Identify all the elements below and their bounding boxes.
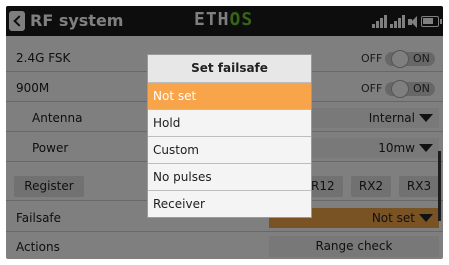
option-receiver[interactable]: Receiver — [148, 190, 311, 217]
option-not-set[interactable]: Not set — [148, 82, 311, 109]
set-failsafe-dialog: Set failsafe Not set Hold Custom No puls… — [147, 54, 312, 218]
option-custom[interactable]: Custom — [148, 136, 311, 163]
dialog-title: Set failsafe — [191, 61, 268, 75]
rf-system-screen: RF system ETHOS 2.4G FSK OFF ON 900M OFF… — [6, 6, 443, 259]
option-hold[interactable]: Hold — [148, 109, 311, 136]
option-no-pulses[interactable]: No pulses — [148, 163, 311, 190]
